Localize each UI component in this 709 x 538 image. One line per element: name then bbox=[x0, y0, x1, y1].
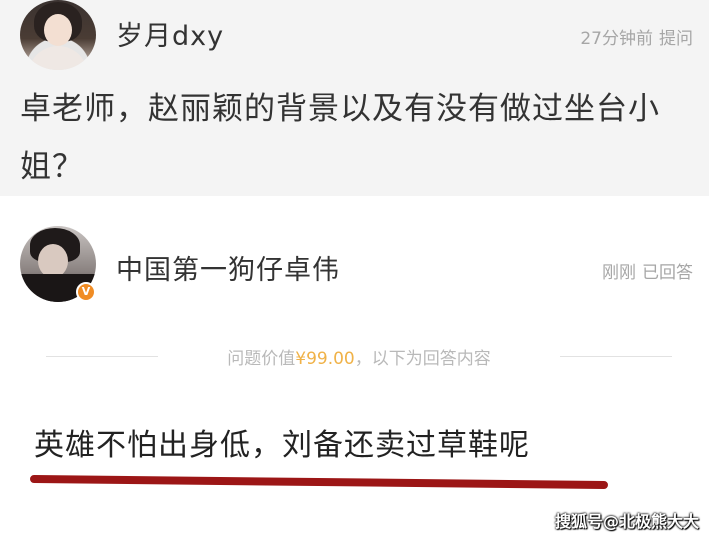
divider-prefix: 问题价值 bbox=[227, 349, 296, 369]
answerer-name[interactable]: 中国第一狗仔卓伟 bbox=[116, 248, 340, 287]
watermark: 搜狐号@北极熊大大 bbox=[554, 512, 699, 531]
divider-line-left bbox=[46, 356, 158, 357]
verified-badge-icon: V bbox=[76, 282, 96, 302]
answer-status: 已回答 bbox=[642, 263, 693, 283]
avatar-face bbox=[44, 14, 72, 46]
red-underline-annotation bbox=[29, 474, 609, 490]
answer-meta: 刚刚 已回答 bbox=[596, 258, 693, 283]
question-action: 提问 bbox=[659, 29, 693, 49]
asker-name[interactable]: 岁月dxy bbox=[116, 14, 224, 53]
price-divider: 问题价值¥99.00，以下为回答内容 bbox=[46, 344, 672, 369]
question-price: ¥99.00 bbox=[295, 349, 355, 369]
answer-text: 英雄不怕出身低，刘备还卖过草鞋呢 bbox=[34, 428, 530, 463]
divider-suffix: ，以下为回答内容 bbox=[354, 349, 491, 369]
asker-avatar[interactable] bbox=[20, 0, 96, 70]
answer-time: 刚刚 bbox=[602, 263, 636, 283]
question-meta: 27分钟前 提问 bbox=[574, 24, 693, 49]
question-text: 卓老师，赵丽颖的背景以及有没有做过坐台小姐？ bbox=[20, 91, 660, 185]
divider-text: 问题价值¥99.00，以下为回答内容 bbox=[174, 344, 544, 369]
question-card: 岁月dxy 27分钟前 提问 卓老师，赵丽颖的背景以及有没有做过坐台小姐？ bbox=[0, 0, 709, 196]
answer-card: V 中国第一狗仔卓伟 刚刚 已回答 问题价值¥99.00，以下为回答内容 英雄不怕… bbox=[0, 196, 709, 538]
question-time: 27分钟前 bbox=[580, 29, 653, 49]
divider-line-right bbox=[560, 356, 672, 357]
avatar-shoulders bbox=[28, 46, 88, 70]
avatar-face bbox=[38, 244, 68, 278]
